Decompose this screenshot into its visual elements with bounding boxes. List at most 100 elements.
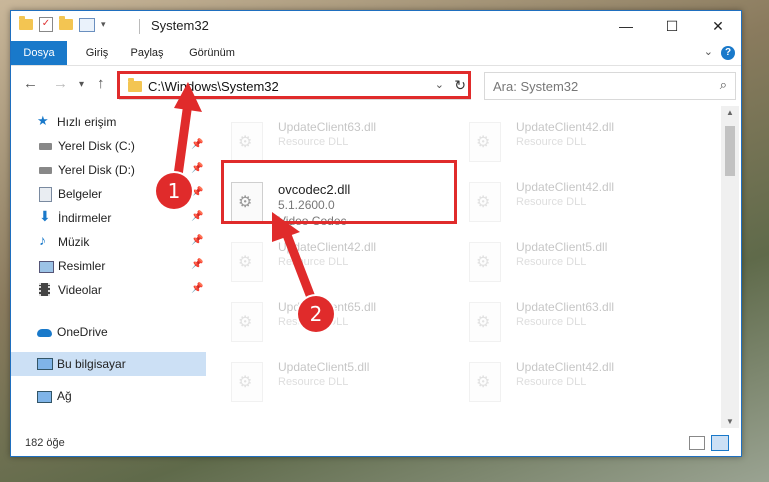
sidebar-item-quick-access[interactable]: ★ Hızlı erişim: [11, 110, 206, 134]
recent-locations-button[interactable]: ▾: [79, 79, 84, 90]
drive-icon: [39, 139, 53, 153]
sidebar-item-label: Bu bilgisayar: [57, 357, 126, 371]
file-name: UpdateClient5.dll: [516, 240, 608, 254]
sidebar-item-label: Resimler: [58, 259, 106, 273]
pin-icon[interactable]: 📌: [191, 163, 203, 174]
videos-icon: [39, 283, 53, 297]
file-highlight-box: [221, 160, 457, 224]
sidebar-item-label: İndirmeler: [58, 211, 112, 225]
pin-icon[interactable]: 📌: [191, 283, 203, 294]
tab-file[interactable]: Dosya: [11, 41, 67, 65]
file-type: Resource DLL: [278, 376, 349, 388]
dll-file-icon: [469, 362, 501, 402]
onedrive-icon: [37, 325, 52, 339]
file-name: UpdateClient42.dll: [516, 120, 615, 134]
close-button[interactable]: ✕: [695, 11, 741, 41]
file-item[interactable]: UpdateClient42.dll Resource DLL: [454, 114, 684, 174]
file-item[interactable]: UpdateClient5.dll Resource DLL: [216, 354, 446, 414]
file-type: Resource DLL: [516, 376, 587, 388]
forward-button[interactable]: →: [53, 75, 68, 92]
search-placeholder: Ara: System32: [493, 79, 579, 94]
pin-icon[interactable]: 📌: [191, 211, 203, 222]
large-icons-view-icon[interactable]: [711, 435, 729, 451]
step-badge-1: 1: [156, 173, 192, 209]
pin-icon[interactable]: 📌: [191, 139, 203, 150]
scroll-up-icon[interactable]: ▲: [726, 108, 734, 117]
pin-icon[interactable]: 📌: [191, 235, 203, 246]
window-title: System32: [151, 18, 209, 33]
expand-ribbon-icon[interactable]: ⌄: [704, 45, 713, 58]
dll-file-icon: [469, 302, 501, 342]
explorer-window: ✓ ▾ System32 — ☐ ✕ Dosya Giriş Paylaş Gö…: [10, 10, 742, 457]
file-name: UpdateClient63.dll: [516, 300, 615, 314]
back-button[interactable]: ←: [23, 75, 38, 92]
folder-icon[interactable]: [19, 16, 33, 30]
file-type: Resource DLL: [516, 256, 587, 268]
search-input[interactable]: Ara: System32 ⌕: [484, 72, 736, 100]
details-view-icon[interactable]: [689, 436, 705, 450]
music-icon: ♪: [39, 232, 46, 248]
file-list: UpdateClient63.dll Resource DLL ovcodec2…: [216, 106, 721, 426]
tab-share[interactable]: Paylaş: [123, 41, 171, 65]
file-item[interactable]: UpdateClient63.dll Resource DLL: [454, 294, 684, 354]
sidebar-item-onedrive[interactable]: OneDrive: [11, 320, 206, 344]
file-name: UpdateClient5.dll: [278, 360, 370, 374]
scroll-thumb[interactable]: [725, 126, 735, 176]
sidebar-item-music[interactable]: ♪ Müzik 📌: [11, 230, 206, 254]
network-icon: [37, 389, 52, 403]
view-icon[interactable]: [79, 17, 95, 32]
file-type: Resource DLL: [516, 316, 587, 328]
address-highlight-box: [117, 71, 471, 99]
sidebar-item-label: OneDrive: [57, 325, 108, 339]
vertical-scrollbar[interactable]: ▲ ▼: [721, 106, 739, 428]
downloads-icon: ⬇: [39, 208, 51, 224]
status-bar: 182 öğe: [11, 430, 741, 456]
file-name: UpdateClient63.dll: [278, 120, 377, 134]
pin-icon[interactable]: 📌: [191, 187, 203, 198]
up-button[interactable]: ↑: [97, 75, 105, 92]
drive-icon: [39, 163, 53, 177]
properties-check-icon[interactable]: ✓: [39, 17, 53, 32]
navigation-pane: ★ Hızlı erişim Yerel Disk (C:) 📌 Yerel D…: [11, 106, 206, 426]
sidebar-item-label: Ağ: [57, 389, 72, 403]
documents-icon: [39, 187, 53, 202]
ribbon-tabs: Dosya Giriş Paylaş Görünüm ⌄ ?: [11, 41, 741, 66]
pin-icon[interactable]: 📌: [191, 259, 203, 270]
dll-file-icon: [469, 182, 501, 222]
minimize-button[interactable]: —: [603, 11, 649, 41]
file-name: UpdateClient42.dll: [516, 180, 615, 194]
sidebar-item-network[interactable]: Ağ: [11, 384, 206, 408]
search-icon: ⌕: [719, 77, 727, 92]
maximize-button[interactable]: ☐: [649, 11, 695, 41]
file-item[interactable]: UpdateClient42.dll Resource DLL: [454, 174, 684, 234]
pictures-icon: [39, 259, 54, 273]
help-icon[interactable]: ?: [721, 46, 735, 60]
item-count: 182 öğe: [25, 437, 65, 449]
scroll-down-icon[interactable]: ▼: [726, 417, 734, 426]
sidebar-item-label: Belgeler: [58, 187, 103, 201]
file-item[interactable]: UpdateClient5.dll Resource DLL: [454, 234, 684, 294]
file-type: Resource DLL: [516, 196, 587, 208]
file-type: Resource DLL: [516, 136, 587, 148]
sidebar-item-videos[interactable]: Videolar 📌: [11, 278, 206, 302]
file-item[interactable]: UpdateClient65.dll Resource DLL: [216, 294, 446, 354]
file-type: Resource DLL: [278, 256, 349, 268]
tab-home[interactable]: Giriş: [77, 41, 117, 65]
dll-file-icon: [231, 122, 263, 162]
file-item[interactable]: UpdateClient42.dll Resource DLL: [216, 234, 446, 294]
sidebar-item-label: Yerel Disk (C:): [58, 139, 135, 153]
customize-dropdown-icon[interactable]: ▾: [101, 19, 106, 30]
sidebar-item-downloads[interactable]: ⬇ İndirmeler 📌: [11, 206, 206, 230]
file-item[interactable]: UpdateClient42.dll Resource DLL: [454, 354, 684, 414]
tab-view[interactable]: Görünüm: [181, 41, 243, 65]
sidebar-item-this-pc[interactable]: Bu bilgisayar: [11, 352, 206, 376]
dll-file-icon: [231, 362, 263, 402]
navigation-bar: ← → ▾ ↑ C:\Windows\System32 ⌄ ↻ Ara: Sys…: [11, 66, 741, 102]
sidebar-item-label: Hızlı erişim: [57, 115, 117, 129]
sidebar-item-local-disk-c[interactable]: Yerel Disk (C:) 📌: [11, 134, 206, 158]
quick-access-toolbar: ✓ ▾: [19, 16, 106, 32]
dll-file-icon: [231, 242, 263, 282]
new-folder-icon[interactable]: [59, 16, 73, 30]
sidebar-item-label: Yerel Disk (D:): [58, 163, 135, 177]
sidebar-item-pictures[interactable]: Resimler 📌: [11, 254, 206, 278]
